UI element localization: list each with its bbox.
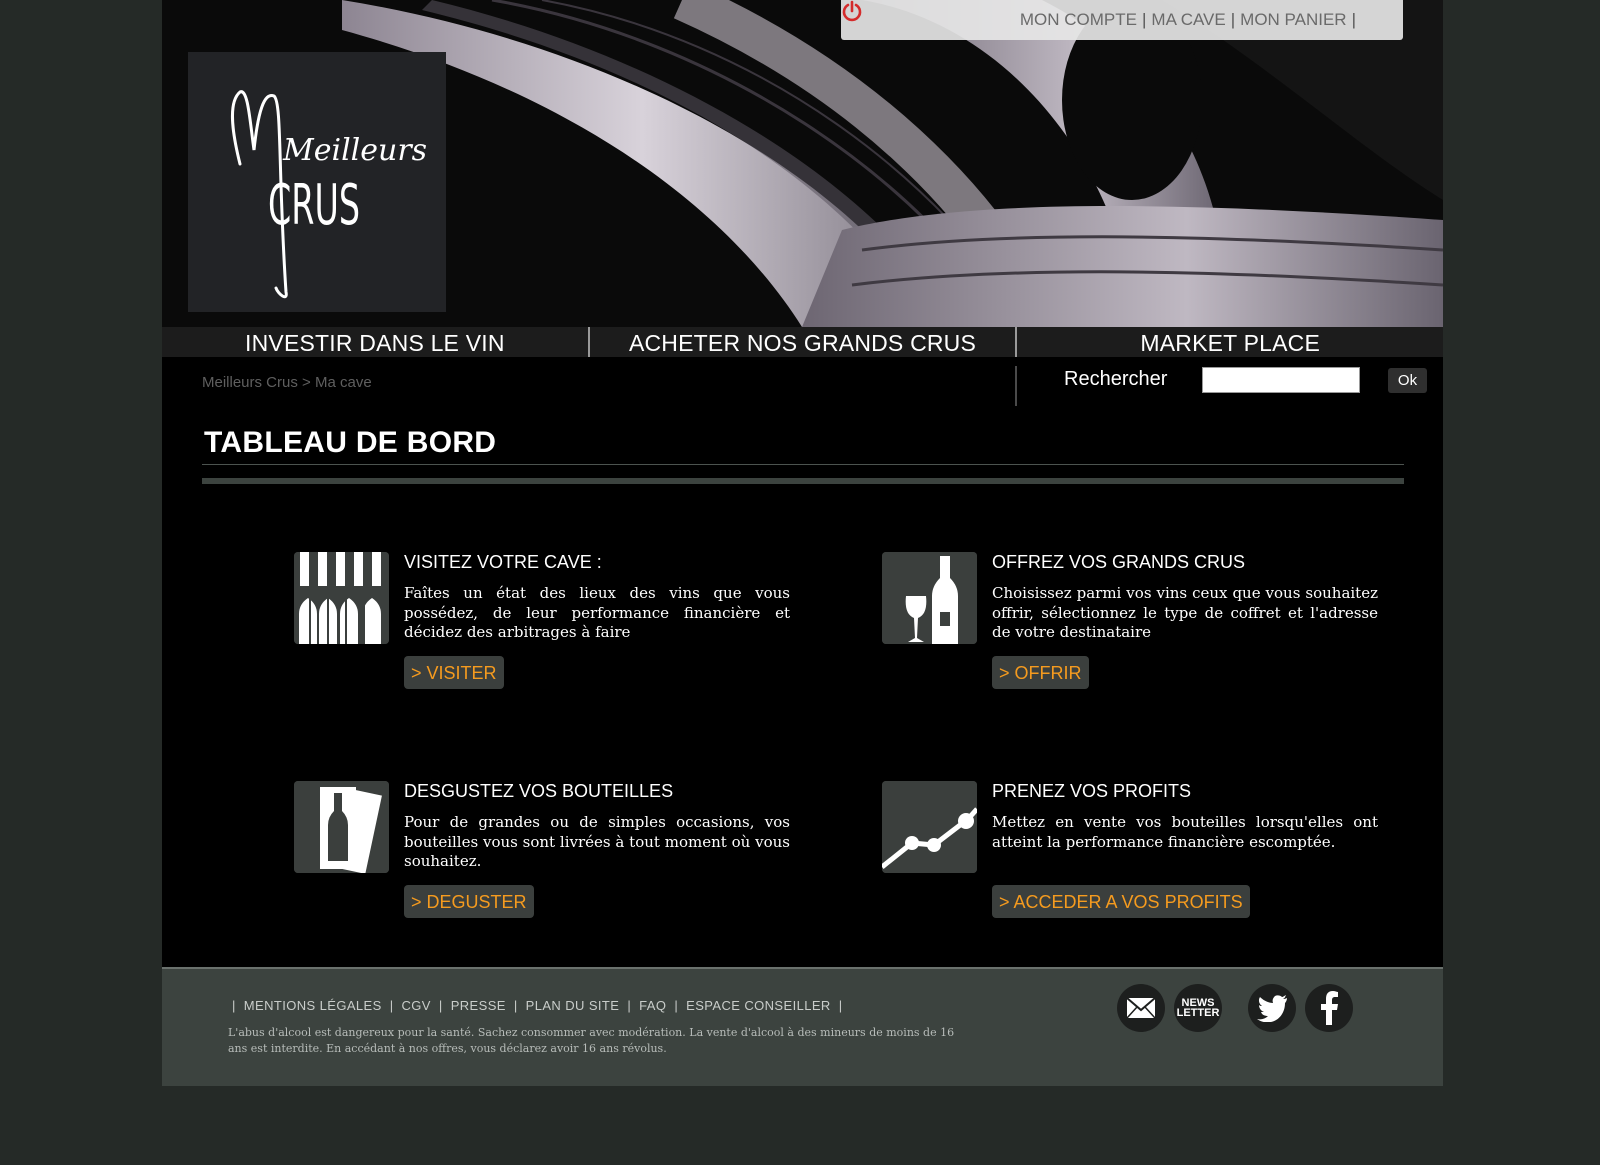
alcohol-disclaimer: L'abus d'alcool est dangereux pour la sa… bbox=[228, 1026, 955, 1055]
topbar-separator: | bbox=[1230, 10, 1236, 29]
footer-link-presse[interactable]: PRESSE bbox=[451, 998, 506, 1013]
title-divider-thick bbox=[202, 478, 1404, 484]
card-taste-bottles: DESGUSTEZ VOS BOUTEILLES Pour de grandes… bbox=[294, 781, 794, 941]
breadcrumb: Meilleurs Crus > Ma cave bbox=[202, 374, 372, 391]
footer-separator: | bbox=[838, 998, 843, 1013]
account-bar: MON COMPTE | MA CAVE | MON PANIER | bbox=[841, 0, 1403, 40]
card-description: Choisissez parmi vos vins ceux que vous … bbox=[992, 584, 1378, 642]
twitter-icon[interactable] bbox=[1248, 984, 1296, 1032]
mon-panier-link[interactable]: MON PANIER bbox=[1240, 10, 1346, 30]
topbar-separator: | bbox=[1141, 10, 1147, 29]
footer-separator: | bbox=[438, 998, 443, 1013]
footer-link-mentions-legales[interactable]: MENTIONS LÉGALES bbox=[244, 998, 382, 1013]
card-title: OFFREZ VOS GRANDS CRUS bbox=[992, 552, 1246, 572]
card-description: Pour de grandes ou de simples occasions,… bbox=[404, 813, 790, 871]
card-take-profits: PRENEZ VOS PROFITS Mettez en vente vos b… bbox=[882, 781, 1382, 941]
visiter-button[interactable]: > VISITER bbox=[404, 656, 504, 689]
footer-separator: | bbox=[627, 998, 632, 1013]
email-icon[interactable] bbox=[1117, 984, 1165, 1032]
card-title: DESGUSTEZ VOS BOUTEILLES bbox=[404, 781, 674, 801]
logo-text-crus: CRUS bbox=[268, 173, 360, 238]
footer-links: | MENTIONS LÉGALES | CGV | PRESSE | PLAN… bbox=[228, 998, 847, 1013]
footer-link-cgv[interactable]: CGV bbox=[402, 998, 431, 1013]
profit-chart-icon[interactable] bbox=[882, 781, 977, 873]
breadcrumb-current: Ma cave bbox=[314, 374, 372, 391]
search-label: Rechercher bbox=[1064, 368, 1168, 390]
logo-text-meilleurs: Meilleurs bbox=[282, 133, 427, 168]
bottle-glass-icon[interactable] bbox=[882, 552, 977, 644]
header-banner: MON COMPTE | MA CAVE | MON PANIER | Meil… bbox=[162, 0, 1443, 327]
page-title: TABLEAU DE BORD bbox=[204, 426, 497, 459]
bottle-card-icon[interactable] bbox=[294, 781, 389, 873]
newsletter-icon[interactable]: NEWS LETTER bbox=[1174, 984, 1222, 1032]
footer-separator: | bbox=[389, 998, 394, 1013]
card-description: Mettez en vente vos bouteilles lorsqu'el… bbox=[992, 813, 1378, 851]
footer-separator: | bbox=[513, 998, 518, 1013]
page-container: MON COMPTE | MA CAVE | MON PANIER | Meil… bbox=[162, 0, 1443, 1086]
footer-link-plan-du-site[interactable]: PLAN DU SITE bbox=[526, 998, 620, 1013]
card-title: VISITEZ VOTRE CAVE : bbox=[404, 552, 602, 572]
acceder-profits-button[interactable]: > ACCEDER A VOS PROFITS bbox=[992, 885, 1250, 918]
footer-link-faq[interactable]: FAQ bbox=[639, 998, 666, 1013]
mon-compte-link[interactable]: MON COMPTE bbox=[1020, 10, 1137, 30]
main-navigation: INVESTIR DANS LE VIN ACHETER NOS GRANDS … bbox=[162, 327, 1443, 357]
deguster-button[interactable]: > DEGUSTER bbox=[404, 885, 534, 918]
nav-acheter[interactable]: ACHETER NOS GRANDS CRUS bbox=[587, 327, 1016, 357]
newsletter-label-letter: LETTER bbox=[1176, 1007, 1220, 1019]
search-ok-button[interactable]: Ok bbox=[1388, 368, 1427, 393]
offrir-button[interactable]: > OFFRIR bbox=[992, 656, 1089, 689]
footer-link-espace-conseiller[interactable]: ESPACE CONSEILLER bbox=[686, 998, 831, 1013]
footer: | MENTIONS LÉGALES | CGV | PRESSE | PLAN… bbox=[162, 967, 1443, 1086]
breadcrumb-home-link[interactable]: Meilleurs Crus bbox=[202, 374, 298, 391]
nav-investir[interactable]: INVESTIR DANS LE VIN bbox=[162, 327, 588, 357]
ma-cave-link[interactable]: MA CAVE bbox=[1151, 10, 1225, 30]
card-visit-cellar: VISITEZ VOTRE CAVE : Faîtes un état des … bbox=[294, 552, 794, 712]
topbar-separator: | bbox=[1351, 10, 1356, 29]
wine-cellar-icon[interactable] bbox=[294, 552, 389, 644]
card-title: PRENEZ VOS PROFITS bbox=[992, 781, 1192, 801]
facebook-icon[interactable] bbox=[1305, 984, 1353, 1032]
search-divider bbox=[1015, 366, 1017, 406]
title-divider bbox=[202, 464, 1404, 465]
card-offer-wines: OFFREZ VOS GRANDS CRUS Choisissez parmi … bbox=[882, 552, 1382, 712]
nav-market-place[interactable]: MARKET PLACE bbox=[1015, 327, 1443, 357]
search-input[interactable] bbox=[1202, 367, 1360, 393]
footer-separator: | bbox=[674, 998, 679, 1013]
footer-separator: | bbox=[232, 998, 236, 1013]
breadcrumb-separator: > bbox=[302, 374, 311, 391]
meilleurs-crus-logo[interactable]: Meilleurs CRUS bbox=[188, 52, 446, 312]
card-description: Faîtes un état des lieux des vins que vo… bbox=[404, 584, 790, 642]
